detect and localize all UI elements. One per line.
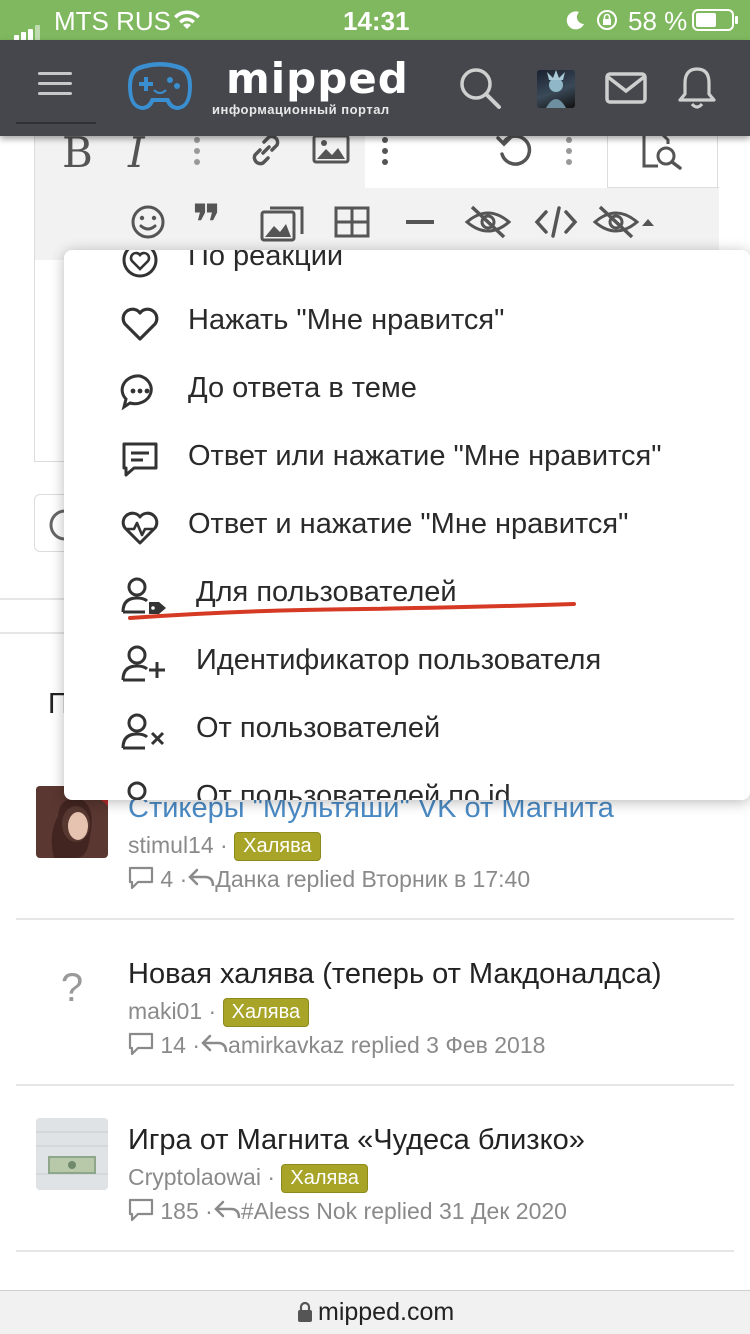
menu-item-reply-and-like[interactable]: Ответ и нажатие "Мне нравится": [64, 496, 750, 556]
thread-meta: Cryptolaowai · Халява: [128, 1164, 368, 1194]
code-icon[interactable]: [534, 204, 578, 240]
battery-percent: 58 %: [628, 6, 688, 36]
chat-bubble-icon: [120, 374, 153, 411]
last-reply[interactable]: #Aless Nok replied 31 Дек 2020: [241, 1198, 567, 1224]
last-reply[interactable]: Данка replied Вторник в 17:40: [215, 866, 530, 892]
menu-item-by-reaction[interactable]: По реакции: [64, 250, 750, 288]
thread-separator: [16, 1250, 734, 1252]
last-reply[interactable]: amirkavkaz replied 3 Фев 2018: [228, 1032, 545, 1058]
reaction-icon: [122, 250, 158, 278]
menu-item-label: От пользователей: [196, 712, 441, 744]
thread-stats: 4 · Данка replied Вторник в 17:40: [128, 866, 530, 893]
browser-url-bar[interactable]: mipped.com: [0, 1290, 750, 1334]
thread-meta: maki01 · Халява: [128, 998, 310, 1028]
reply-arrow-icon: [201, 1034, 228, 1053]
battery-icon: [692, 9, 738, 31]
clock: 14:31: [343, 6, 410, 36]
thread-author-avatar-placeholder[interactable]: ?: [36, 952, 108, 1024]
menu-item-reply-or-like[interactable]: Ответ или нажатие "Мне нравится": [64, 428, 750, 488]
thread-author[interactable]: maki01: [128, 998, 202, 1024]
more-icon[interactable]: [380, 136, 390, 166]
reply-arrow-icon: [214, 1200, 241, 1219]
media-gallery-icon[interactable]: [260, 204, 306, 242]
carrier-label: MTS RUS: [54, 6, 171, 36]
user-icon: [127, 781, 147, 800]
moon-icon: [566, 11, 584, 30]
hamburger-menu-icon[interactable]: [38, 70, 72, 98]
more-icon[interactable]: [192, 136, 202, 166]
menu-item-label: Ответ и нажатие "Мне нравится": [188, 508, 629, 540]
thread-prefix-tag[interactable]: Халява: [222, 998, 310, 1028]
search-icon[interactable]: [458, 66, 502, 110]
menu-item-user-id[interactable]: Идентификатор пользователя: [64, 632, 750, 692]
menu-item-like[interactable]: Нажать "Мне нравится": [64, 292, 750, 352]
reply-count: 185: [160, 1198, 199, 1224]
thread-separator: [16, 1084, 734, 1086]
menu-item-label: Ответ или нажатие "Мне нравится": [188, 440, 662, 472]
comment-icon: [128, 866, 154, 890]
hide-options-dropdown: По реакции Нажать "Мне нравится" До отве…: [64, 250, 750, 800]
hide-dropdown-icon[interactable]: [592, 204, 656, 240]
menu-item-label: Нажать "Мне нравится": [188, 304, 505, 336]
menu-item-label: По реакции: [188, 250, 344, 272]
thread-author[interactable]: Cryptolaowai: [128, 1164, 261, 1190]
menu-item-label: Идентификатор пользователя: [196, 644, 602, 676]
menu-item-label: От пользователей по id: [196, 780, 511, 800]
hide-icon[interactable]: [464, 204, 512, 240]
logo-subtitle: информационный портал: [212, 102, 390, 117]
thread-author-avatar[interactable]: [36, 1118, 108, 1190]
undo-icon[interactable]: [494, 130, 534, 170]
user-plus-icon: [121, 645, 165, 682]
thread-prefix-tag[interactable]: Халява: [281, 1164, 368, 1194]
image-icon[interactable]: [312, 134, 350, 164]
thread-title[interactable]: Новая халява (теперь от Макдоналдса): [128, 958, 662, 991]
comment-icon: [128, 1198, 154, 1222]
heart-icon: [121, 307, 159, 341]
wifi-icon: [174, 10, 200, 29]
menu-item-reply-in-thread[interactable]: До ответа в теме: [64, 360, 750, 420]
logo-text[interactable]: mipped: [226, 54, 409, 103]
bell-icon[interactable]: [678, 66, 716, 110]
thread-meta: stimul14 · Халява: [128, 832, 321, 862]
thread-stats: 14 · amirkavkaz replied 3 Фев 2018: [128, 1032, 545, 1059]
preview-icon[interactable]: [640, 130, 684, 170]
red-underline-annotation: [128, 602, 576, 620]
reply-arrow-icon: [188, 868, 215, 887]
thread-stats: 185 · #Aless Nok replied 31 Дек 2020: [128, 1198, 567, 1225]
rotation-lock-icon: [597, 10, 617, 30]
thread-author[interactable]: stimul14: [128, 832, 214, 858]
menu-item-label: До ответа в теме: [188, 372, 417, 404]
thread-prefix-tag[interactable]: Халява: [234, 832, 321, 862]
mail-icon[interactable]: [605, 72, 647, 104]
thread-title[interactable]: Игра от Магнита «Чудеса близко»: [128, 1124, 585, 1157]
user-avatar[interactable]: [537, 70, 575, 108]
smiley-icon[interactable]: [130, 204, 166, 240]
reply-count: 4: [160, 866, 174, 892]
more-icon[interactable]: [564, 136, 574, 166]
quote-icon[interactable]: ❞: [192, 194, 221, 252]
signal-icon: [14, 12, 42, 43]
link-icon[interactable]: [246, 130, 286, 170]
message-square-icon: [122, 442, 158, 477]
site-header: mipped информационный портал: [0, 40, 750, 136]
url-text[interactable]: mipped.com: [318, 1298, 454, 1327]
user-x-icon: [121, 713, 165, 750]
status-bar: MTS RUS 14:31 58 %: [0, 0, 750, 43]
lock-icon: [298, 1301, 312, 1322]
comment-icon: [128, 1032, 154, 1056]
reply-count: 14: [160, 1032, 186, 1058]
menu-item-from-users[interactable]: От пользователей: [64, 700, 750, 760]
gamepad-logo-icon[interactable]: [126, 60, 194, 114]
menu-item-from-users-by-id[interactable]: От пользователей по id: [64, 768, 750, 800]
heart-pulse-icon: [121, 511, 159, 545]
horizontal-rule-icon[interactable]: [406, 220, 434, 224]
thread-separator: [16, 918, 734, 920]
table-icon[interactable]: [334, 206, 370, 238]
hamburger-underline: [16, 122, 96, 124]
